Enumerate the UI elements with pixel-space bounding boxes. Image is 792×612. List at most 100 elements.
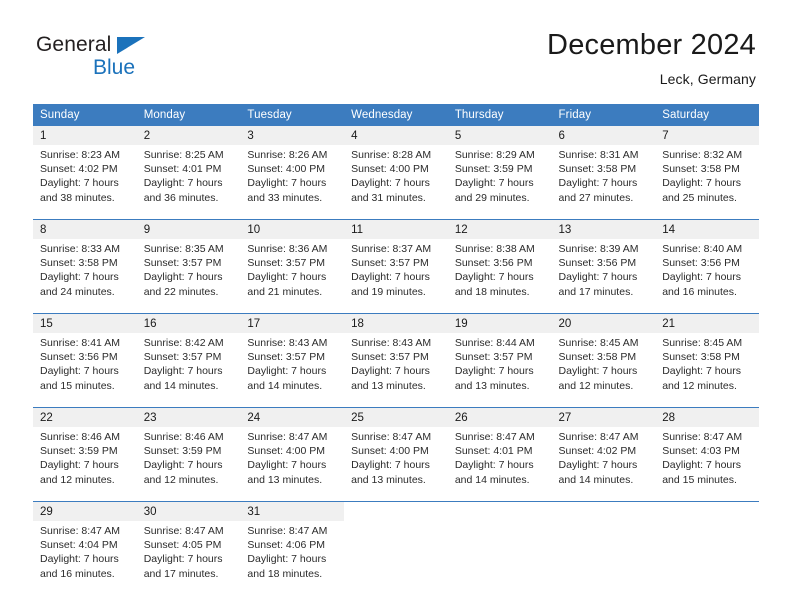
daylight-text-line2: and 14 minutes. — [247, 379, 323, 392]
daylight-text-line2: and 18 minutes. — [454, 285, 530, 298]
day-cell: Sunrise: 8:47 AM Sunset: 4:00 PM Dayligh… — [240, 427, 345, 502]
day-cell: Sunrise: 8:45 AM Sunset: 3:58 PM Dayligh… — [655, 333, 759, 408]
day-cell: Sunrise: 8:29 AM Sunset: 3:59 PM Dayligh… — [447, 145, 552, 220]
day-cell: Sunrise: 8:47 AM Sunset: 4:03 PM Dayligh… — [655, 427, 759, 502]
sunrise-text: Sunrise: 8:47 AM — [351, 431, 432, 443]
sunset-text: Sunset: 3:56 PM — [454, 257, 533, 270]
day-number[interactable]: 11 — [344, 219, 448, 239]
sunset-text: Sunset: 3:58 PM — [662, 351, 740, 364]
day-number[interactable]: 26 — [447, 407, 552, 427]
daylight-text-line2: and 14 minutes. — [143, 379, 219, 392]
day-cell: Sunrise: 8:28 AM Sunset: 4:00 PM Dayligh… — [344, 145, 448, 220]
sunset-text: Sunset: 3:57 PM — [351, 257, 429, 270]
day-number[interactable]: 5 — [447, 126, 552, 145]
day-number[interactable]: 23 — [136, 407, 241, 427]
day-number[interactable]: 28 — [655, 407, 759, 427]
daylight-text-line2: and 14 minutes. — [454, 473, 530, 486]
daylight-text-line1: Daylight: 7 hours — [247, 177, 327, 190]
day-cell-empty — [344, 521, 448, 595]
daylight-text-line2: and 14 minutes. — [558, 473, 634, 486]
day-number[interactable]: 7 — [655, 126, 759, 145]
week-row-daynumbers: 29 30 31 — [33, 501, 759, 521]
day-number[interactable]: 21 — [655, 313, 759, 333]
page-subtitle: Leck, Germany — [659, 70, 756, 87]
daylight-text-line1: Daylight: 7 hours — [40, 177, 119, 190]
day-cell: Sunrise: 8:47 AM Sunset: 4:04 PM Dayligh… — [33, 521, 137, 595]
day-number[interactable]: 31 — [240, 501, 345, 521]
day-cell: Sunrise: 8:41 AM Sunset: 3:56 PM Dayligh… — [33, 333, 137, 408]
sunset-text: Sunset: 3:57 PM — [143, 257, 222, 270]
day-number[interactable]: 9 — [136, 219, 241, 239]
daylight-text-line2: and 18 minutes. — [247, 567, 323, 580]
sunset-text: Sunset: 4:01 PM — [454, 445, 533, 458]
day-number[interactable]: 20 — [551, 313, 656, 333]
day-number[interactable]: 3 — [240, 126, 345, 145]
sunset-text: Sunset: 3:59 PM — [143, 445, 222, 458]
day-number[interactable]: 12 — [447, 219, 552, 239]
day-cell: Sunrise: 8:35 AM Sunset: 3:57 PM Dayligh… — [136, 239, 241, 314]
day-number[interactable]: 1 — [33, 126, 137, 145]
sunrise-text: Sunrise: 8:43 AM — [247, 337, 328, 349]
day-cell: Sunrise: 8:47 AM Sunset: 4:01 PM Dayligh… — [447, 427, 552, 502]
sunset-text: Sunset: 3:58 PM — [662, 163, 740, 176]
daylight-text-line2: and 29 minutes. — [454, 191, 530, 204]
daylight-text-line2: and 12 minutes. — [558, 379, 634, 392]
day-number[interactable]: 19 — [447, 313, 552, 333]
daylight-text-line2: and 16 minutes. — [40, 567, 115, 580]
day-number[interactable]: 10 — [240, 219, 345, 239]
sunrise-text: Sunrise: 8:42 AM — [143, 337, 224, 349]
daylight-text-line1: Daylight: 7 hours — [662, 365, 742, 378]
day-number[interactable]: 4 — [344, 126, 448, 145]
brand-logo[interactable]: General Blue — [36, 34, 145, 78]
sunset-text: Sunset: 4:04 PM — [40, 539, 118, 552]
daylight-text-line1: Daylight: 7 hours — [454, 177, 534, 190]
day-number[interactable]: 17 — [240, 313, 345, 333]
day-cell-empty — [551, 521, 656, 595]
day-number[interactable]: 27 — [551, 407, 656, 427]
day-number[interactable]: 18 — [344, 313, 448, 333]
weekday-header-monday: Monday — [136, 104, 241, 126]
daylight-text-line1: Daylight: 7 hours — [351, 365, 430, 378]
daylight-text-line1: Daylight: 7 hours — [558, 459, 638, 472]
sunset-text: Sunset: 4:02 PM — [558, 445, 637, 458]
sunset-text: Sunset: 3:56 PM — [40, 351, 118, 364]
sunset-text: Sunset: 3:59 PM — [40, 445, 118, 458]
sunrise-text: Sunrise: 8:25 AM — [143, 149, 224, 161]
daylight-text-line1: Daylight: 7 hours — [40, 459, 119, 472]
daylight-text-line2: and 19 minutes. — [351, 285, 426, 298]
day-number[interactable]: 13 — [551, 219, 656, 239]
day-number[interactable]: 25 — [344, 407, 448, 427]
day-number[interactable]: 29 — [33, 501, 137, 521]
day-number-empty — [344, 501, 448, 521]
day-number[interactable]: 16 — [136, 313, 241, 333]
day-number[interactable]: 14 — [655, 219, 759, 239]
daylight-text-line2: and 13 minutes. — [351, 473, 426, 486]
sunset-text: Sunset: 3:58 PM — [40, 257, 118, 270]
day-cell: Sunrise: 8:47 AM Sunset: 4:00 PM Dayligh… — [344, 427, 448, 502]
day-number[interactable]: 22 — [33, 407, 137, 427]
sunset-text: Sunset: 4:01 PM — [143, 163, 222, 176]
sunrise-text: Sunrise: 8:28 AM — [351, 149, 432, 161]
sunrise-text: Sunrise: 8:33 AM — [40, 243, 120, 255]
day-number-empty — [551, 501, 656, 521]
sunset-text: Sunset: 4:03 PM — [662, 445, 740, 458]
daylight-text-line2: and 24 minutes. — [40, 285, 115, 298]
sunrise-text: Sunrise: 8:39 AM — [558, 243, 639, 255]
day-cell: Sunrise: 8:37 AM Sunset: 3:57 PM Dayligh… — [344, 239, 448, 314]
daylight-text-line1: Daylight: 7 hours — [40, 271, 119, 284]
day-number[interactable]: 2 — [136, 126, 241, 145]
daylight-text-line2: and 12 minutes. — [40, 473, 115, 486]
day-number[interactable]: 15 — [33, 313, 137, 333]
day-number[interactable]: 30 — [136, 501, 241, 521]
sunset-text: Sunset: 3:56 PM — [662, 257, 740, 270]
weekday-header-saturday: Saturday — [655, 104, 759, 126]
day-number[interactable]: 6 — [551, 126, 656, 145]
daylight-text-line1: Daylight: 7 hours — [351, 271, 430, 284]
day-cell: Sunrise: 8:44 AM Sunset: 3:57 PM Dayligh… — [447, 333, 552, 408]
sunset-text: Sunset: 3:59 PM — [454, 163, 533, 176]
day-number[interactable]: 8 — [33, 219, 137, 239]
day-cell: Sunrise: 8:23 AM Sunset: 4:02 PM Dayligh… — [33, 145, 137, 220]
daylight-text-line1: Daylight: 7 hours — [143, 271, 223, 284]
sunrise-text: Sunrise: 8:47 AM — [247, 525, 328, 537]
day-number[interactable]: 24 — [240, 407, 345, 427]
